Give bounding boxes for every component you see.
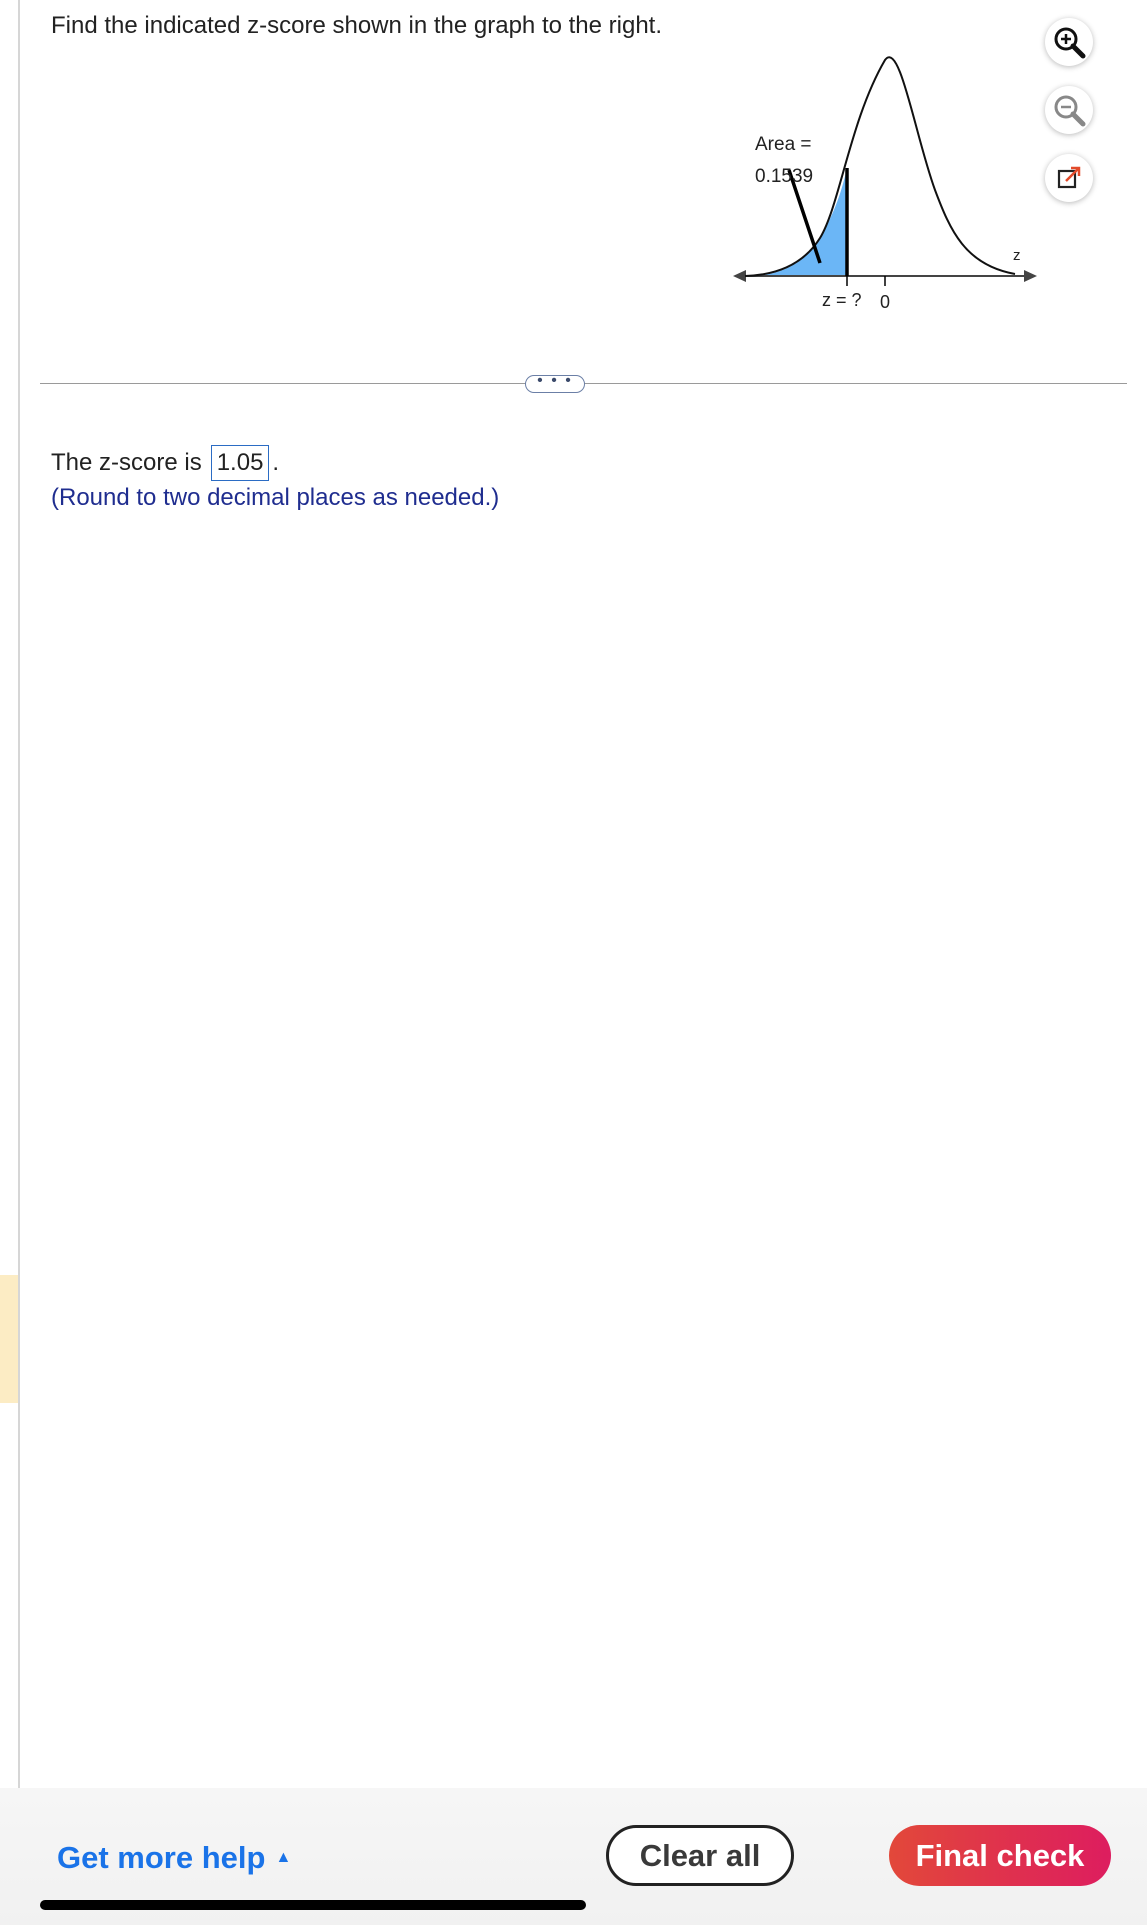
expand-more-button[interactable]: • • • bbox=[525, 373, 585, 393]
get-more-help-label: Get more help bbox=[57, 1840, 266, 1875]
z-axis-label: z bbox=[1013, 247, 1021, 264]
zoom-out-button[interactable] bbox=[1045, 86, 1093, 134]
axis-right-arrow bbox=[1024, 270, 1037, 282]
answer-input[interactable]: 1.05 bbox=[210, 445, 270, 481]
normal-curve-graph: Area = 0.1539 z = ? 0 z bbox=[725, 50, 1050, 320]
area-value: 0.1539 bbox=[755, 166, 813, 187]
rounding-hint: (Round to two decimal places as needed.) bbox=[51, 484, 500, 511]
question-text: Find the indicated z-score shown in the … bbox=[51, 12, 663, 39]
normal-curve-svg: Area = 0.1539 z = ? 0 z bbox=[733, 56, 1037, 312]
get-more-help-button[interactable]: Get more help ▲ bbox=[57, 1840, 291, 1876]
answer-line: The z-score is 1.05 . bbox=[51, 445, 279, 481]
zoom-out-icon bbox=[1054, 95, 1086, 127]
zoom-in-button[interactable] bbox=[1045, 18, 1093, 66]
zoom-in-icon bbox=[1054, 27, 1086, 59]
popout-icon bbox=[1057, 166, 1081, 189]
axis-left-arrow bbox=[733, 270, 746, 282]
graph-tools bbox=[1045, 18, 1097, 222]
caret-up-icon: ▲ bbox=[275, 1849, 292, 1866]
popout-button[interactable] bbox=[1045, 154, 1093, 202]
answer-prefix: The z-score is bbox=[51, 449, 202, 476]
zero-label: 0 bbox=[880, 292, 890, 312]
final-check-button[interactable]: Final check bbox=[889, 1825, 1111, 1886]
answer-suffix: . bbox=[272, 449, 280, 476]
left-marker bbox=[0, 1275, 18, 1403]
clear-all-button[interactable]: Clear all bbox=[606, 1825, 794, 1886]
left-border-line bbox=[18, 0, 20, 1788]
area-label: Area = bbox=[755, 134, 812, 155]
horizontal-scrollbar[interactable] bbox=[40, 1900, 586, 1910]
z-unknown-label: z = ? bbox=[822, 290, 862, 310]
